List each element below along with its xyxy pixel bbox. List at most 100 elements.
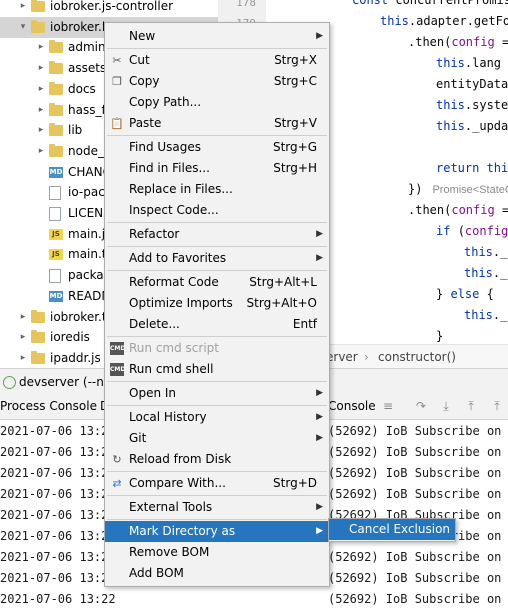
chevron-right-icon[interactable]: ▸ (18, 327, 28, 348)
menu-separator (107, 519, 327, 520)
menu-item-copy-path[interactable]: Copy Path... (105, 92, 329, 113)
step-up-icon[interactable]: ⤒ (490, 399, 504, 413)
chevron-right-icon[interactable]: ▸ (36, 141, 46, 162)
code-token: } (436, 287, 451, 301)
menu-separator (107, 381, 327, 382)
menu-item-cancel-exclusion[interactable]: Cancel Exclusion (329, 519, 455, 540)
code-token: concurrentPromise (395, 0, 508, 7)
menu-separator (107, 246, 327, 247)
menu-item-external-tools[interactable]: External Tools ▶ (105, 497, 329, 518)
code-line[interactable]: this._ (464, 305, 507, 326)
code-line[interactable]: return this (436, 158, 508, 179)
chevron-right-icon[interactable]: ▸ (36, 120, 46, 141)
menu-item-replace-in-files[interactable]: Replace in Files... (105, 179, 329, 200)
tree-item-label: admin (68, 40, 106, 55)
menu-item-reformat-code[interactable]: Reformat Code Strg+Alt+L (105, 272, 329, 293)
menu-item-reload-from-disk[interactable]: ↻ Reload from Disk (105, 449, 329, 470)
menu-item-new[interactable]: New ▶ (105, 26, 329, 47)
js-file-icon: JS (49, 249, 63, 261)
log-timestamp: 2021-07-06 13:22 (0, 592, 116, 606)
list-icon[interactable]: ≡ (381, 399, 395, 413)
chevron-right-icon[interactable]: ▸ (36, 100, 46, 121)
menu-item-label: Optimize Imports (129, 296, 233, 310)
code-line[interactable]: .then(config = (408, 32, 508, 53)
log-message: (52692) IoB Subscribe on das (328, 487, 508, 501)
menu-item-add-to-favorites[interactable]: Add to Favorites ▶ (105, 248, 329, 269)
submenu-arrow-icon: ▶ (316, 433, 323, 443)
menu-item-label: Cancel Exclusion (349, 522, 451, 536)
menu-item-label: Run cmd script (129, 341, 219, 355)
code-line[interactable]: this.adapter.getFor (380, 11, 508, 32)
chevron-down-icon[interactable]: ▾ (18, 17, 28, 38)
code-line[interactable]: } (436, 326, 443, 344)
menu-item-compare-with[interactable]: ⇄ Compare With... Strg+D (105, 473, 329, 494)
code-line[interactable]: } else { (436, 284, 494, 305)
console-line: 2021-07-06 13:22 (52692) IoB Subscribe on… (0, 589, 508, 610)
tree-item[interactable]: ▸ iobroker.js-controller (0, 0, 218, 17)
menu-item-inspect-code[interactable]: Inspect Code... (105, 200, 329, 221)
tab-console[interactable]: Console (328, 394, 376, 419)
breadcrumb-item[interactable]: constructor() (378, 345, 456, 369)
step-over-icon[interactable]: ↷ (414, 399, 428, 413)
chevron-right-icon[interactable]: ▸ (36, 58, 46, 79)
code-line[interactable]: this._updat (436, 116, 508, 137)
code-line[interactable]: }) Promise<StateC (408, 179, 508, 200)
menu-item-label: External Tools (129, 500, 213, 514)
menu-item-optimize-imports[interactable]: Optimize Imports Strg+Alt+O (105, 293, 329, 314)
log-timestamp: 2021-07-06 13:22 (0, 529, 116, 543)
menu-item-refactor[interactable]: Refactor ▶ (105, 224, 329, 245)
menu-item-label: Replace in Files... (129, 182, 233, 196)
code-token: const (352, 0, 396, 7)
code-token: return (436, 161, 487, 175)
chevron-right-icon[interactable]: ▸ (18, 0, 28, 17)
code-token: this (436, 119, 465, 133)
code-line[interactable]: this.syster (436, 95, 508, 116)
code-line[interactable]: .then(config = (408, 200, 508, 221)
chevron-right-icon[interactable]: ▸ (36, 37, 46, 58)
menu-item-paste[interactable]: 📋 Paste Strg+V (105, 113, 329, 134)
menu-item-open-in[interactable]: Open In ▶ (105, 383, 329, 404)
folder-icon (31, 330, 45, 344)
menu-separator (107, 222, 327, 223)
reload-icon: ↻ (112, 453, 122, 466)
breadcrumb-item[interactable]: erver (326, 345, 358, 369)
code-token: = (494, 203, 508, 217)
menu-item-remove-bom[interactable]: Remove BOM (105, 542, 329, 563)
chevron-right-icon[interactable]: ▸ (18, 307, 28, 328)
code-line[interactable]: entityData (436, 74, 508, 95)
file-icon (49, 207, 61, 221)
menu-item-delete[interactable]: Delete... Entf (105, 314, 329, 335)
menu-item-copy[interactable]: ❐ Copy Strg+C (105, 71, 329, 92)
menu-item-add-bom[interactable]: Add BOM (105, 563, 329, 584)
submenu-arrow-icon: ▶ (316, 253, 323, 263)
menu-item-find-usages[interactable]: Find Usages Strg+G (105, 137, 329, 158)
context-menu: New ▶ ✂ Cut Strg+X ❐ Copy Strg+C Copy Path... 📋 Pa… (104, 22, 330, 587)
menu-item-label: Mark Directory as (129, 524, 236, 538)
menu-item-find-in-files[interactable]: Find in Files... Strg+H (105, 158, 329, 179)
folder-icon (49, 123, 63, 137)
submenu-arrow-icon: ▶ (316, 412, 323, 422)
menu-item-git[interactable]: Git ▶ (105, 428, 329, 449)
menu-item-local-history[interactable]: Local History ▶ (105, 407, 329, 428)
code-line[interactable]: const concurrentPromise (352, 0, 508, 11)
log-message: (52692) IoB Subscribe on das (328, 466, 508, 480)
markdown-file-icon: MD (49, 290, 63, 302)
code-token: this (486, 161, 508, 175)
chevron-right-icon[interactable]: ▸ (36, 79, 46, 100)
code-line[interactable]: this._ (464, 242, 507, 263)
menu-item-mark-directory-as[interactable]: Mark Directory as ▶ (105, 521, 329, 542)
code-line[interactable]: if (config (436, 221, 508, 242)
menu-item-run-cmd-shell[interactable]: CMD Run cmd shell (105, 359, 329, 380)
log-timestamp: 2021-07-06 13:22 (0, 550, 116, 564)
tab-process-console[interactable]: Process Console (0, 394, 97, 419)
code-line[interactable]: this._ (464, 263, 507, 284)
step-into-icon[interactable]: ⤓ (439, 399, 453, 413)
submenu-arrow-icon: ▶ (316, 31, 323, 41)
chevron-right-icon[interactable]: ▸ (18, 348, 28, 368)
log-message: (52692) IoB Subscribe on das (328, 445, 508, 459)
step-out-icon[interactable]: ⤒ (464, 399, 478, 413)
menu-item-cut[interactable]: ✂ Cut Strg+X (105, 50, 329, 71)
code-line[interactable]: this.lang = (436, 53, 508, 74)
folder-icon (31, 350, 45, 364)
folder-icon (31, 0, 45, 12)
